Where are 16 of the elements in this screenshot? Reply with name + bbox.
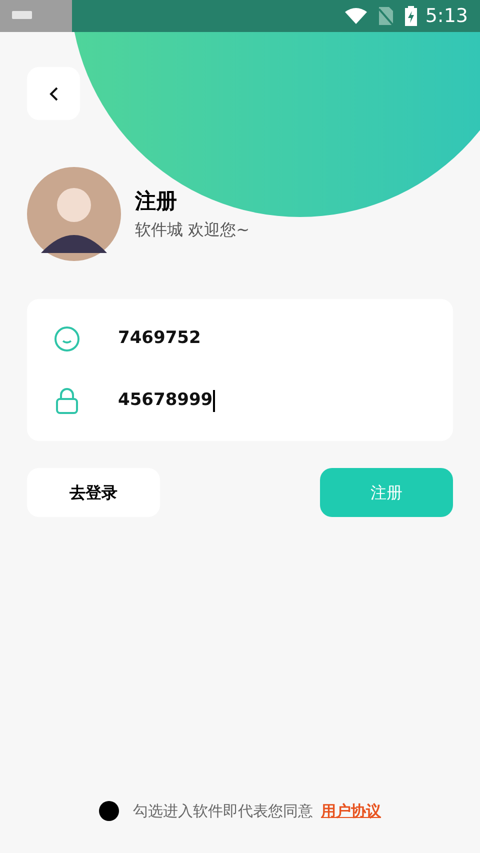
- agreement-text: 勾选进入软件即代表您同意: [133, 801, 313, 822]
- battery-icon: [405, 6, 418, 26]
- page-title: 注册: [135, 188, 178, 216]
- back-icon: [48, 86, 58, 102]
- notification-area: [0, 0, 72, 32]
- agree-checkbox[interactable]: [99, 801, 119, 822]
- account-field[interactable]: 7469752: [104, 321, 426, 357]
- login-button[interactable]: 去登录: [27, 468, 160, 517]
- keyboard-icon: [12, 11, 32, 21]
- password-field[interactable]: 45678999: [104, 383, 426, 419]
- no-sim-icon: [379, 7, 394, 25]
- status-time: 5:13: [425, 4, 468, 29]
- wifi-icon: [345, 8, 368, 24]
- lock-icon: [56, 388, 78, 414]
- smiley-icon: [54, 326, 80, 352]
- welcome-text: 软件城 欢迎您~: [135, 218, 250, 241]
